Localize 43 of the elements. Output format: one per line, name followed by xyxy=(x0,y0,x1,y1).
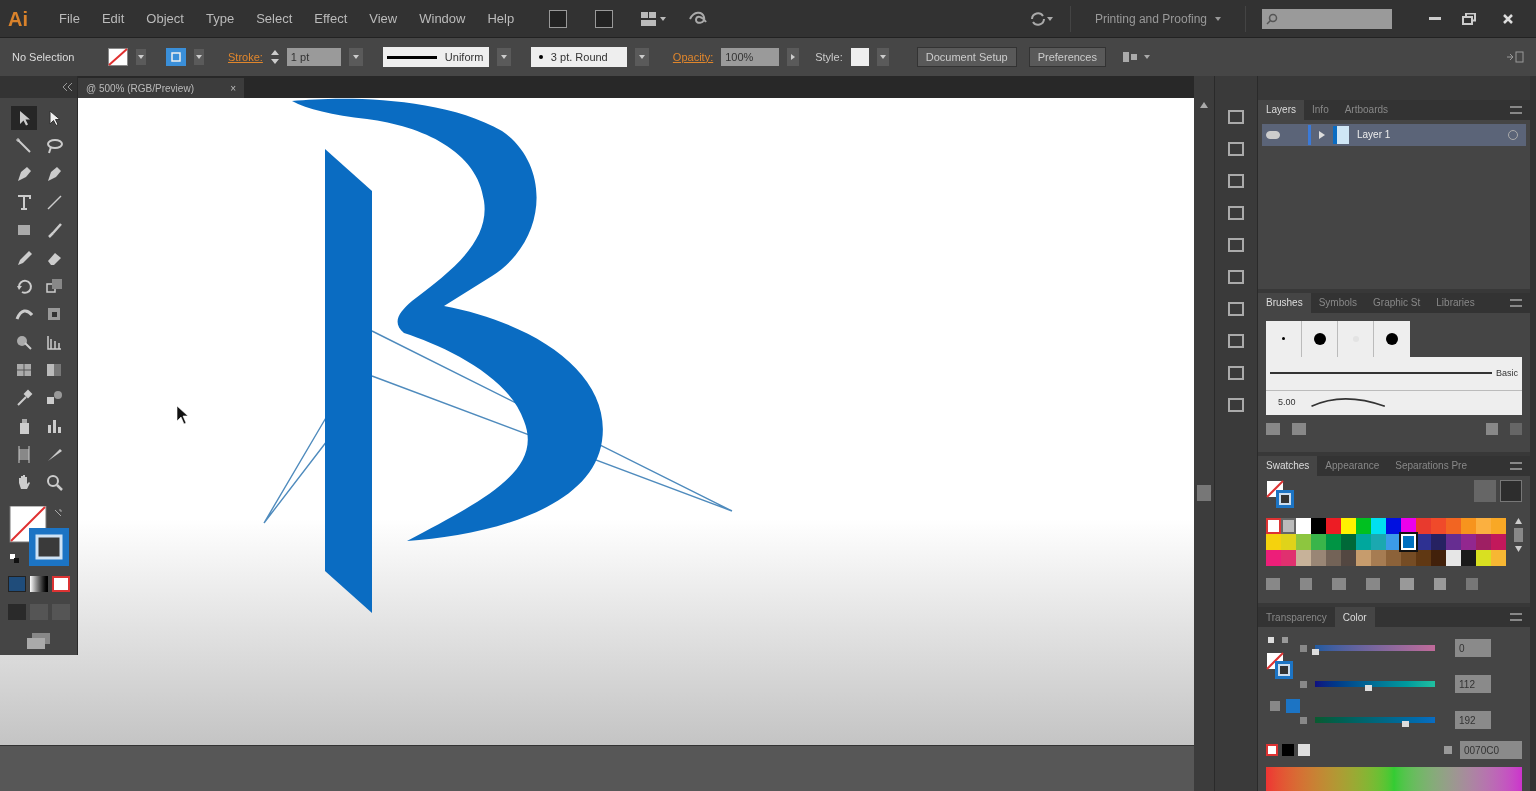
brush-row[interactable]: 5.00 xyxy=(1266,390,1522,415)
panel-tab[interactable]: Appearance xyxy=(1317,455,1388,476)
stroke-weight-field[interactable]: 1 pt xyxy=(286,48,341,66)
panel-tab[interactable]: Info xyxy=(1304,99,1337,120)
panel-tab[interactable]: Libraries xyxy=(1428,292,1483,313)
hex-field[interactable]: 0070C0 xyxy=(1460,741,1522,759)
brush-row[interactable]: Basic xyxy=(1266,356,1522,391)
panel-tab[interactable]: Brushes xyxy=(1258,292,1311,313)
panel-tab[interactable]: Separations Pre xyxy=(1387,455,1475,476)
toolbar-button[interactable]: Preferences xyxy=(1028,47,1106,67)
panel-tab[interactable]: Symbols xyxy=(1310,292,1366,313)
menu-item[interactable]: Edit xyxy=(90,8,136,29)
panel-tab[interactable]: Color xyxy=(1334,607,1375,627)
style-label: Style: xyxy=(815,49,843,65)
panel-tab[interactable]: Graphic St xyxy=(1365,292,1429,313)
workspace-switcher[interactable]: Printing and Proofing xyxy=(1086,9,1229,28)
stroke-label[interactable]: Stroke: xyxy=(228,48,263,66)
menu-item[interactable]: Window xyxy=(408,8,477,29)
opacity-field[interactable]: 100% xyxy=(721,48,780,66)
channel-value-field[interactable]: 112 xyxy=(1455,675,1491,693)
panel-tab[interactable]: Swatches xyxy=(1258,455,1318,476)
menu-item[interactable]: Effect xyxy=(303,8,359,29)
toolbar-button[interactable]: Document Setup xyxy=(916,47,1017,67)
stroke-profile-field[interactable]: Uniform xyxy=(382,47,489,67)
menu-item[interactable]: Select xyxy=(245,8,304,29)
menu-item[interactable]: Object xyxy=(135,8,195,29)
menu-item[interactable]: Help xyxy=(476,8,526,29)
document-tab[interactable]: @ 500% (RGB/Preview) × xyxy=(78,78,244,98)
app-logo: Ai xyxy=(8,6,29,32)
layer-name: Layer 1 xyxy=(1357,128,1392,143)
brush-definition-field[interactable]: 3 pt. Round xyxy=(530,47,627,67)
panel-tab[interactable]: Transparency xyxy=(1258,607,1335,627)
channel-value-field[interactable]: 192 xyxy=(1455,711,1491,729)
menu-item[interactable]: Type xyxy=(194,8,246,29)
channel-value-field[interactable]: 0 xyxy=(1455,639,1491,657)
menu-item[interactable]: View xyxy=(358,8,409,29)
panel-tab[interactable]: Artboards xyxy=(1336,99,1397,120)
selection-label: No Selection xyxy=(12,49,76,65)
menu-item[interactable]: File xyxy=(48,8,91,29)
opacity-label[interactable]: Opacity: xyxy=(672,48,714,66)
layer-row[interactable]: Layer 1 xyxy=(1262,123,1526,146)
tab-close-button[interactable]: × xyxy=(230,80,236,96)
panel-tab[interactable]: Layers xyxy=(1258,99,1304,120)
